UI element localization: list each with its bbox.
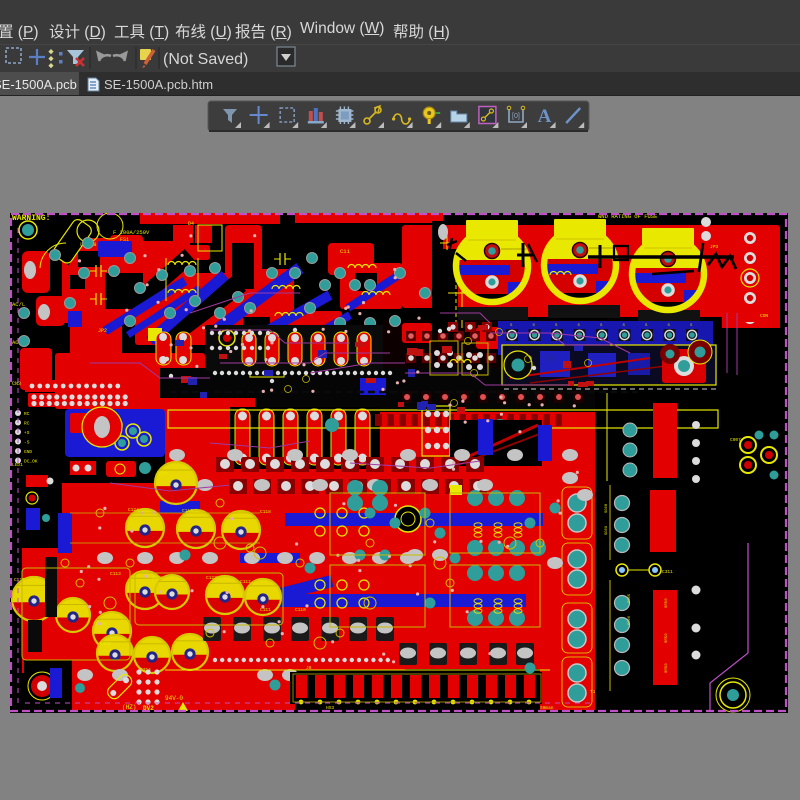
svg-text:[0]: [0]	[512, 113, 520, 120]
svg-text:AC/L: AC/L	[12, 301, 25, 308]
svg-text:DC_OK: DC_OK	[24, 459, 38, 465]
svg-text:A: A	[538, 106, 552, 127]
svg-text:RC: RC	[24, 421, 30, 427]
svg-text:0R50: 0R50	[665, 633, 669, 643]
svg-text:C111: C111	[260, 607, 271, 613]
svg-text:J8: J8	[306, 665, 312, 671]
svg-text:C121: C121	[158, 471, 169, 477]
svg-text:C11: C11	[340, 248, 351, 255]
svg-text:C123: C123	[206, 575, 217, 581]
svg-text:F 200A/250V: F 200A/250V	[113, 229, 150, 236]
svg-text:GND: GND	[24, 449, 32, 455]
svg-text:C124: C124	[128, 507, 139, 513]
svg-text:SG08: SG08	[605, 503, 609, 513]
svg-text:C116: C116	[14, 577, 25, 583]
svg-text:RC: RC	[24, 411, 30, 417]
svg-text:0R50: 0R50	[665, 663, 669, 673]
svg-text:C311: C311	[662, 569, 673, 575]
svg-text:C113: C113	[110, 571, 121, 577]
svg-text:SG09: SG09	[605, 525, 609, 535]
svg-text:C112: C112	[240, 579, 251, 585]
svg-text:D4: D4	[188, 221, 194, 227]
svg-text:94V-0: 94V-0	[165, 695, 183, 702]
svg-text:JP2: JP2	[98, 328, 107, 334]
svg-text:C126: C126	[152, 575, 163, 581]
svg-text:C907: C907	[730, 437, 741, 443]
svg-text:C115: C115	[100, 641, 111, 647]
svg-text:C118: C118	[260, 509, 271, 515]
svg-text:C110: C110	[295, 607, 306, 613]
svg-text:T1: T1	[590, 689, 596, 695]
svg-text:SG05: SG05	[628, 593, 632, 603]
svg-text:C120: C120	[96, 621, 107, 627]
svg-text:FS1: FS1	[120, 237, 129, 243]
svg-text:CN3: CN3	[12, 381, 21, 387]
svg-text:CON: CON	[760, 313, 768, 319]
svg-text:-S: -S	[24, 440, 30, 446]
svg-text:(Not Saved): (Not Saved)	[163, 51, 248, 68]
svg-text:JP3: JP3	[710, 244, 718, 250]
svg-text:SG06: SG06	[628, 615, 632, 625]
svg-text:0R50: 0R50	[665, 598, 669, 608]
svg-text:+S: +S	[24, 430, 30, 436]
